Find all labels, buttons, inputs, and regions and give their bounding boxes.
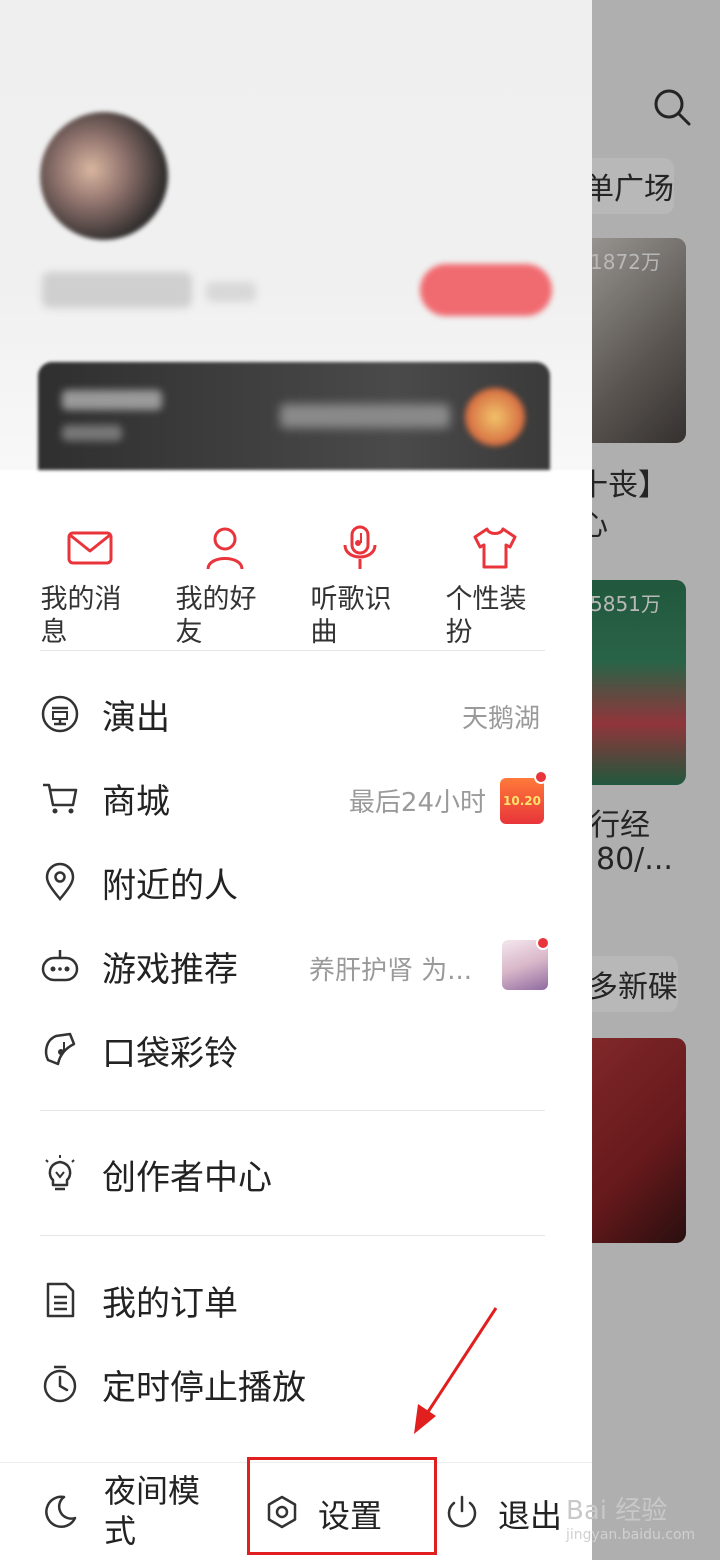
moon-icon [45,1495,77,1528]
menu-item-mall[interactable]: 商城 最后24小时 10.20 [0,756,592,840]
divider [40,1235,545,1236]
tshirt-icon [473,527,516,569]
divider [40,650,545,651]
vip-badge-icon [465,388,525,446]
menu-extra-text: 天鹅湖 [461,704,540,734]
location-icon [45,862,75,901]
watermark-url: jingyan.baidu.com [566,1527,696,1543]
logout-label: 退出 [498,1497,563,1535]
menu-item-shows[interactable]: 演出 天鹅湖 [0,672,592,756]
menu-label: 附近的人 [102,866,238,906]
notification-dot [536,936,550,950]
vip-promo-blurred [280,404,450,428]
timer-icon [43,1365,77,1403]
divider [40,1110,545,1111]
side-drawer: 我的消息 我的好友 听歌识曲 个性装扮 演出 天鹅湖 商城 最后24小时 10.… [0,0,592,1560]
bulb-icon [45,1155,75,1191]
avatar[interactable] [40,112,168,240]
menu-label: 游戏推荐 [102,950,238,990]
settings-highlight-box [247,1457,437,1555]
ticket-icon [41,695,79,733]
quick-action-themes[interactable]: 个性装扮 [427,525,562,655]
ringtone-icon [44,1032,76,1066]
menu-label: 我的订单 [102,1284,238,1324]
red-packet-badge: 10.20 [500,778,544,824]
night-mode-button[interactable]: 夜间模式 [0,1463,240,1560]
menu-label: 定时停止播放 [102,1368,306,1408]
night-mode-label: 夜间模式 [104,1472,201,1550]
username-blurred[interactable] [42,272,192,308]
quick-action-song-recognition[interactable]: 听歌识曲 [292,525,427,655]
menu-extra-text: 最后24小时 [348,788,486,818]
menu-label: 商城 [102,782,170,822]
quick-action-messages[interactable]: 我的消息 [22,525,157,655]
user-icon [206,527,243,570]
drawer-scrim[interactable] [592,0,720,1560]
quick-actions: 我的消息 我的好友 听歌识曲 个性装扮 [22,525,562,655]
checkin-button-blurred[interactable] [420,264,552,316]
menu-item-sleep-timer[interactable]: 定时停止播放 [0,1342,592,1426]
watermark: Bai 经验 jingyan.baidu.com [566,1490,695,1543]
menu-item-nearby[interactable]: 附近的人 [0,840,592,924]
quick-action-friends[interactable]: 我的好友 [157,525,292,655]
menu-extra-text: 养肝护肾 为... [308,956,472,986]
watermark-text: Bai 经验 [566,1496,668,1526]
document-icon [46,1282,75,1318]
vip-subtitle-blurred [62,425,122,441]
quick-action-label: 听歌识曲 [310,584,392,648]
menu-item-ringtone[interactable]: 口袋彩铃 [0,1008,592,1092]
menu-item-creator-center[interactable]: 创作者中心 [0,1132,592,1216]
power-icon [447,1495,477,1528]
menu-item-orders[interactable]: 我的订单 [0,1258,592,1342]
menu-label: 演出 [102,698,170,738]
menu-label: 口袋彩铃 [102,1034,238,1074]
gamepad-icon [41,950,79,982]
notification-dot [534,770,548,784]
mic-music-icon [343,525,376,569]
quick-action-label: 我的好友 [175,584,257,648]
vip-title-blurred [62,390,162,410]
quick-action-label: 个性装扮 [445,584,527,648]
profile-header [0,0,592,470]
menu-item-games[interactable]: 游戏推荐 养肝护肾 为... [0,924,592,1008]
user-level-badge-blurred [206,282,256,302]
mail-icon [67,531,112,565]
cart-icon [43,783,78,814]
menu-label: 创作者中心 [102,1158,272,1198]
quick-action-label: 我的消息 [40,584,122,648]
